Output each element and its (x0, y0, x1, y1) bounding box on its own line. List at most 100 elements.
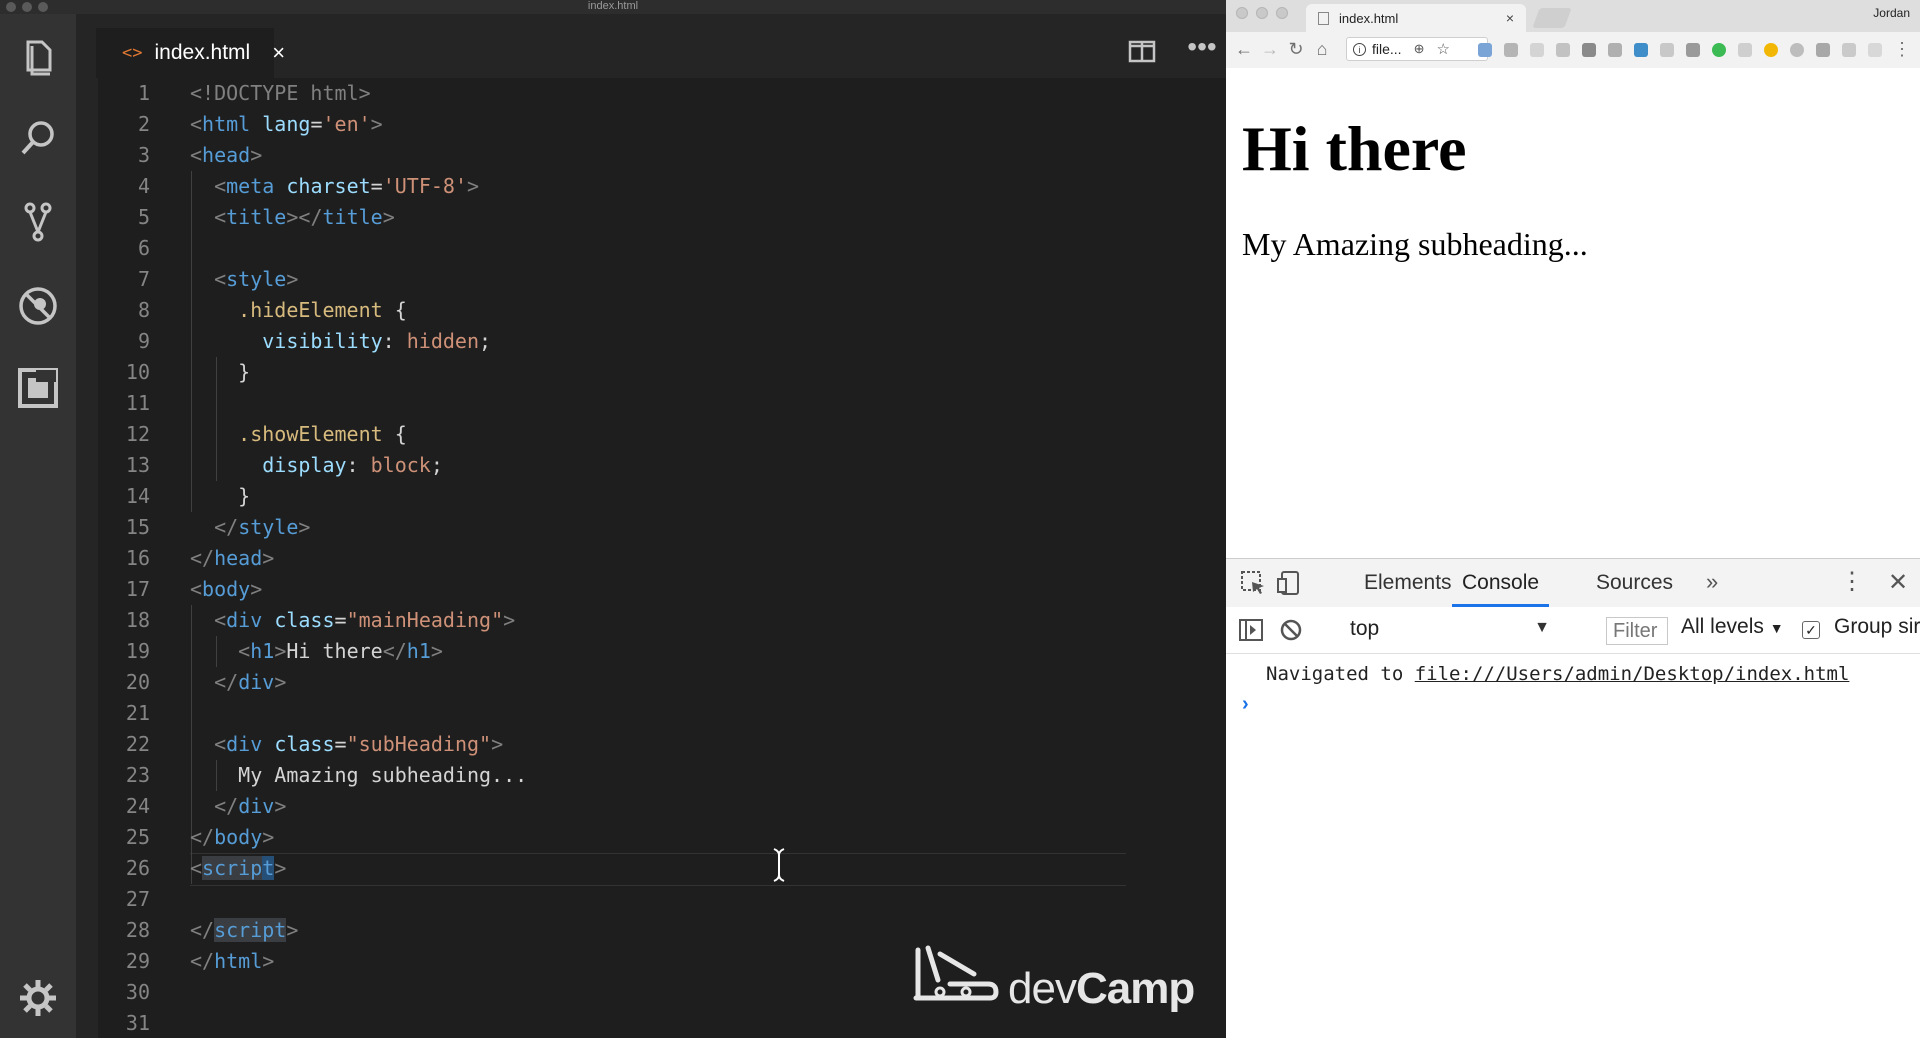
profile-name[interactable]: Jordan (1873, 6, 1910, 20)
line-number: 24 (125, 794, 150, 818)
more-actions-icon[interactable]: ••• (1184, 33, 1220, 66)
settings-gear-icon[interactable] (14, 974, 62, 1022)
extension-icon[interactable] (1556, 43, 1570, 57)
page-subheading: My Amazing subheading... (1242, 226, 1588, 262)
zoom-window-dot[interactable] (1276, 7, 1288, 19)
editor-tab-index-html[interactable]: <> index.html × (96, 28, 285, 78)
inspect-element-icon[interactable] (1240, 570, 1266, 596)
devtools-menu-icon[interactable]: ⋮ (1840, 559, 1864, 605)
explorer-icon[interactable] (14, 34, 62, 82)
line-number: 27 (125, 887, 150, 911)
cast-icon[interactable] (1686, 43, 1700, 57)
extension-icon[interactable] (1504, 43, 1518, 57)
browser-tab-close-icon[interactable]: × (1506, 10, 1514, 26)
title-close-tag: title (322, 205, 383, 229)
extension-icon[interactable] (1608, 43, 1622, 57)
browser-titlebar: index.html × Jordan (1226, 0, 1920, 32)
extension-icon[interactable] (1478, 43, 1492, 57)
home-icon[interactable]: ⌂ (1310, 37, 1334, 61)
browser-tab[interactable]: index.html × (1306, 4, 1526, 32)
show-sidebar-icon[interactable] (1238, 617, 1264, 643)
devcamp-watermark: devCamp (910, 940, 1195, 1013)
devtools-close-icon[interactable]: ✕ (1888, 559, 1908, 607)
display-property: display (262, 453, 347, 477)
line-number: 30 (125, 980, 150, 1004)
tab-console[interactable]: Console (1452, 559, 1550, 607)
block-value: block (370, 453, 431, 477)
extension-icon[interactable] (1712, 43, 1726, 57)
code-line-16: </head> (190, 546, 275, 570)
group-similar-checkbox[interactable]: ✓ (1802, 621, 1820, 639)
tab-sources[interactable]: Sources (1596, 559, 1673, 607)
console-prompt-icon[interactable]: › (1242, 693, 1249, 716)
extension-icon[interactable] (1764, 43, 1778, 57)
lang-value: 'en' (322, 112, 371, 136)
new-tab-button[interactable] (1532, 8, 1572, 28)
reload-icon[interactable]: ↻ (1284, 37, 1308, 61)
line-number: 12 (125, 422, 150, 446)
filter-input[interactable]: Filter (1606, 617, 1668, 645)
line-number: 3 (137, 143, 150, 167)
bookmark-star-icon[interactable]: ☆ (1436, 40, 1449, 58)
line-number: 2 (137, 112, 150, 136)
browser-window: index.html × Jordan ← → ↻ ⌂ i file... ⊕ … (1226, 0, 1920, 1038)
main-heading-class: "mainHeading" (346, 608, 504, 632)
search-icon[interactable] (14, 114, 62, 162)
div-close-tag: div (238, 670, 275, 694)
text-cursor-char: t (262, 856, 275, 880)
line-number: 7 (137, 267, 150, 291)
extension-icon[interactable] (1842, 43, 1856, 57)
extension-icon[interactable] (1634, 43, 1648, 57)
code-line-1: <!DOCTYPE html> (190, 78, 371, 109)
address-text[interactable]: file... (1372, 41, 1402, 57)
line-number: 13 (125, 453, 150, 477)
code-line-8: .hideElement { (238, 298, 407, 322)
line-number: 17 (125, 577, 150, 601)
source-control-icon[interactable] (14, 198, 62, 246)
tab-elements[interactable]: Elements (1364, 559, 1452, 607)
device-toolbar-icon[interactable] (1276, 570, 1302, 596)
log-levels-dropdown[interactable]: All levels ▼ (1681, 615, 1784, 639)
info-icon[interactable]: i (1353, 42, 1366, 56)
split-editor-icon[interactable] (1127, 36, 1157, 66)
tab-close-icon[interactable]: × (272, 40, 285, 66)
extension-icon[interactable] (1530, 43, 1544, 57)
console-file-link[interactable]: file:///Users/admin/Desktop/index.html (1415, 663, 1850, 685)
extension-icon[interactable] (1660, 43, 1674, 57)
back-arrow-icon[interactable]: ← (1232, 37, 1256, 61)
debug-icon[interactable] (14, 282, 62, 330)
code-area[interactable]: 1 2 3 4 5 6 7 8 9 10 11 12 13 14 15 16 17 18 19 20 21 22 23 24 2… (98, 78, 1226, 1038)
line-number: 11 (125, 391, 150, 415)
subheading-text: My Amazing subheading... (238, 763, 528, 787)
line-number: 5 (137, 205, 150, 229)
visibility-property: visibility (262, 329, 383, 353)
code-line-2: <html lang='en'> (190, 112, 383, 136)
address-bar[interactable]: i file... ⊕ ☆ (1346, 37, 1488, 61)
clear-console-icon[interactable] (1278, 617, 1304, 643)
extension-icon[interactable] (1816, 43, 1830, 57)
body-close-tag: body (214, 825, 263, 849)
html-tag: html (202, 112, 251, 136)
head-close-tag: head (214, 546, 263, 570)
extension-icon[interactable] (1738, 43, 1752, 57)
more-tabs-chevron-icon[interactable]: » (1706, 559, 1718, 605)
current-line-highlight (190, 853, 1126, 886)
close-window-dot[interactable] (1236, 7, 1248, 19)
context-selector[interactable]: top ▼ (1350, 617, 1550, 643)
zoom-icon[interactable]: ⊕ (1414, 41, 1425, 57)
forward-arrow-icon[interactable]: → (1258, 37, 1282, 61)
extensions-icon[interactable] (14, 364, 62, 412)
extension-icon[interactable] (1582, 43, 1596, 57)
console-output[interactable]: Navigated to file:///Users/admin/Desktop… (1226, 653, 1920, 1038)
browser-menu-icon[interactable]: ⋮ (1890, 37, 1914, 61)
code-line-13: display: block; (262, 453, 443, 477)
extension-icon[interactable] (1790, 43, 1804, 57)
style-open-tag: style (226, 267, 287, 291)
code-editor-window: index.html <> index.html × ••• 1 2 3 4 5… (0, 0, 1226, 1038)
minimize-window-dot[interactable] (1256, 7, 1268, 19)
extension-icon[interactable] (1868, 43, 1882, 57)
code-line-20: </div> (214, 670, 287, 694)
line-number: 9 (137, 329, 150, 353)
editor-titlebar: index.html (0, 0, 1226, 14)
code-line-3: <head> (190, 143, 263, 167)
